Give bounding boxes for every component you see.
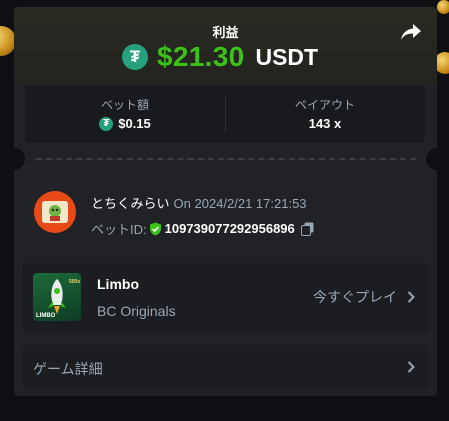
user-line: とちくみらい On 2024/2/21 17:21:53 xyxy=(91,193,307,212)
bet-id-line: ベットID: 109739077292956896 xyxy=(91,219,314,238)
profit-amount: $21.30 xyxy=(157,41,245,72)
tether-icon: ₮ xyxy=(99,116,114,131)
share-icon[interactable] xyxy=(400,23,422,41)
game-name: Limbo xyxy=(97,276,139,292)
svg-text:500x: 500x xyxy=(69,279,80,285)
bet-timestamp: On 2024/2/21 17:21:53 xyxy=(173,196,307,211)
bet-amount-value: $0.15 xyxy=(118,116,151,131)
game-thumbnail-label: LIMBO xyxy=(36,313,56,319)
play-now-button[interactable]: 今すぐプレイ xyxy=(313,287,415,307)
dashed-divider xyxy=(36,158,416,160)
payout-stat: ペイアウト 143 x xyxy=(225,85,425,143)
avatar-image xyxy=(42,201,68,223)
chevron-right-icon xyxy=(407,291,415,303)
payout-value: 143 x xyxy=(308,116,342,131)
game-provider: BC Originals xyxy=(97,303,176,319)
bet-amount-label: ベット額 xyxy=(100,98,149,112)
game-details-row[interactable]: ゲーム詳細 xyxy=(22,345,429,389)
background-coin xyxy=(437,0,449,14)
bet-id-label: ベットID: xyxy=(91,222,147,237)
game-details-label: ゲーム詳細 xyxy=(33,361,103,377)
avatar-character-icon xyxy=(49,205,61,221)
bet-stats-panel: ベット額 ₮ $0.15 ペイアウト 143 x xyxy=(25,85,425,143)
bet-detail-card: 利益 ₮ $21.30 USDT ベット額 ₮ $0.15 ペイアウト 143 … xyxy=(14,7,437,396)
game-thumbnail: 500x LIMBO xyxy=(33,273,81,321)
tether-icon: ₮ xyxy=(122,44,148,70)
ticket-notch-right xyxy=(426,148,437,170)
bet-amount-stat: ベット額 ₮ $0.15 xyxy=(25,85,225,143)
avatar[interactable] xyxy=(34,191,76,233)
bet-amount-value-row: ₮ $0.15 xyxy=(25,116,225,131)
ticket-notch-left xyxy=(14,148,25,170)
profit-title: 利益 xyxy=(212,25,239,40)
profit-amount-row: ₮ $21.30 USDT xyxy=(122,41,318,73)
rocket-icon: 500x LIMBO xyxy=(36,279,80,319)
bet-id: 109739077292956896 xyxy=(164,221,295,236)
chevron-right-icon xyxy=(407,361,415,373)
verified-shield-icon xyxy=(149,222,161,235)
username[interactable]: とちくみらい xyxy=(91,196,170,211)
game-row[interactable]: 500x LIMBO Limbo BC Originals 今すぐプレイ xyxy=(22,263,429,333)
play-now-label: 今すぐプレイ xyxy=(313,289,397,305)
copy-icon[interactable] xyxy=(300,222,314,236)
profit-currency: USDT xyxy=(255,43,319,70)
profit-header: 利益 ₮ $21.30 USDT xyxy=(14,7,437,85)
payout-label: ペイアウト xyxy=(294,98,355,112)
